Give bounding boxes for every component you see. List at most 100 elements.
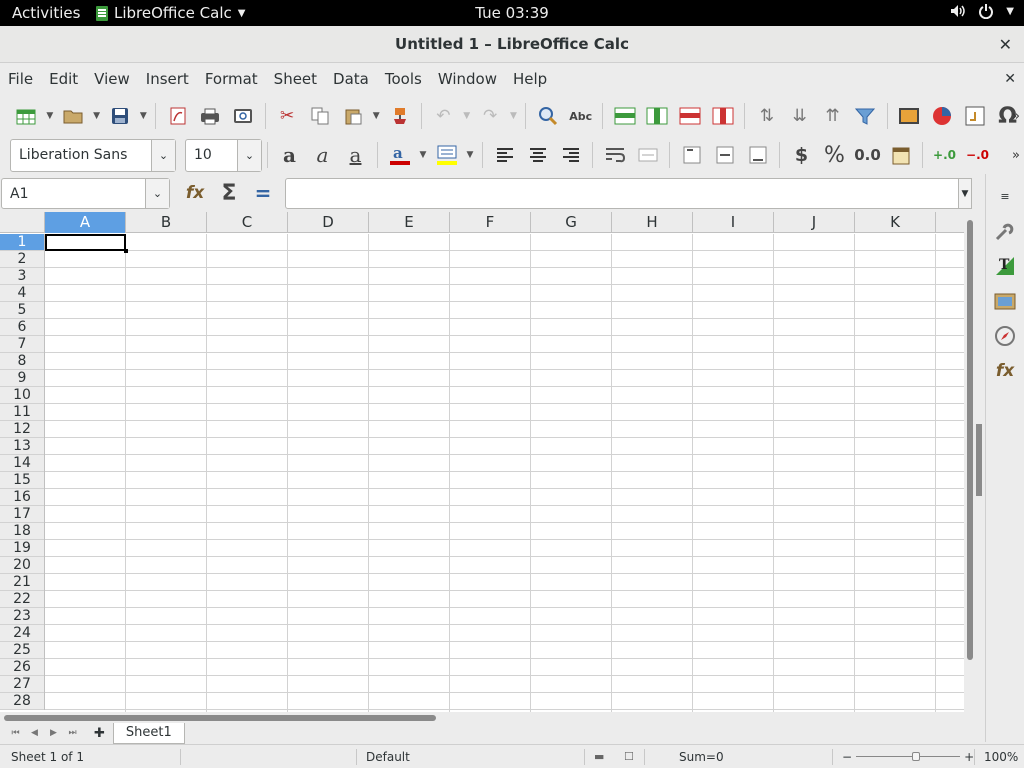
underline-icon[interactable]: a: [339, 140, 372, 170]
menu-window[interactable]: Window: [430, 63, 505, 96]
row-header[interactable]: 16: [0, 489, 44, 506]
add-sheet-icon[interactable]: ✚: [94, 726, 105, 741]
column-header-h[interactable]: H: [612, 212, 693, 233]
horizontal-scroll-thumb[interactable]: [4, 715, 436, 721]
delete-row-icon[interactable]: [674, 101, 707, 131]
horizontal-scrollbar[interactable]: [0, 712, 964, 722]
styles-icon[interactable]: T: [989, 250, 1021, 282]
date-format-icon[interactable]: [884, 140, 917, 170]
sheet-tab[interactable]: Sheet1: [112, 722, 185, 744]
sort-ascending-icon[interactable]: ⇊: [783, 101, 816, 131]
gallery-icon[interactable]: [989, 285, 1021, 317]
chevron-down-icon[interactable]: ▼: [136, 101, 150, 131]
zoom-in-icon[interactable]: +: [964, 750, 974, 764]
expand-formula-icon[interactable]: ▼: [958, 178, 972, 209]
font-name-combo[interactable]: Liberation Sans ⌄: [10, 138, 176, 172]
row-header[interactable]: 10: [0, 387, 44, 404]
activities-button[interactable]: Activities: [12, 4, 80, 22]
paste-icon[interactable]: [336, 101, 369, 131]
chevron-down-icon[interactable]: ⌄: [237, 139, 261, 171]
row-header[interactable]: 12: [0, 421, 44, 438]
volume-icon[interactable]: [950, 3, 966, 19]
toolbar-overflow-icon[interactable]: »: [1012, 148, 1020, 163]
background-color-icon[interactable]: [430, 140, 463, 170]
next-sheet-icon[interactable]: ▶: [44, 728, 63, 738]
row-header[interactable]: 15: [0, 472, 44, 489]
sort-descending-icon[interactable]: ⇈: [816, 101, 849, 131]
column-header-j[interactable]: J: [774, 212, 855, 233]
redo-icon[interactable]: ↷: [474, 101, 507, 131]
open-folder-icon[interactable]: [57, 101, 90, 131]
sidebar-splitter[interactable]: [976, 424, 982, 496]
page-style[interactable]: Default: [366, 750, 410, 764]
row-header[interactable]: 2: [0, 251, 44, 268]
row-header[interactable]: 21: [0, 574, 44, 591]
insert-row-icon[interactable]: [608, 101, 641, 131]
column-header-e[interactable]: E: [369, 212, 450, 233]
column-header-c[interactable]: C: [207, 212, 288, 233]
formula-icon[interactable]: =: [249, 178, 277, 208]
chevron-down-icon[interactable]: ▼: [43, 101, 57, 131]
chevron-down-icon[interactable]: ▼: [1006, 6, 1014, 17]
align-center-icon[interactable]: [521, 140, 554, 170]
window-title-bar[interactable]: Untitled 1 – LibreOffice Calc ✕: [0, 26, 1024, 63]
row-header[interactable]: 7: [0, 336, 44, 353]
chevron-down-icon[interactable]: ▼: [369, 101, 383, 131]
row-header[interactable]: 8: [0, 353, 44, 370]
functions-icon[interactable]: fx: [989, 355, 1021, 387]
menu-sheet[interactable]: Sheet: [266, 63, 325, 96]
row-header[interactable]: 5: [0, 302, 44, 319]
function-wizard-icon[interactable]: fx: [181, 178, 209, 208]
column-header-d[interactable]: D: [288, 212, 369, 233]
navigator-icon[interactable]: [989, 320, 1021, 352]
chevron-down-icon[interactable]: ▼: [90, 101, 104, 131]
export-pdf-icon[interactable]: [161, 101, 194, 131]
font-color-icon[interactable]: a: [383, 140, 416, 170]
sheet-info[interactable]: Sheet 1 of 1: [11, 750, 84, 764]
zoom-percent[interactable]: 100%: [984, 750, 1018, 764]
properties-icon[interactable]: [989, 215, 1021, 247]
cut-icon[interactable]: ✂: [271, 101, 304, 131]
add-decimal-icon[interactable]: +.0: [928, 140, 961, 170]
currency-format-icon[interactable]: $: [785, 140, 818, 170]
spelling-icon[interactable]: Abc: [564, 101, 597, 131]
column-header-g[interactable]: G: [531, 212, 612, 233]
row-header[interactable]: 11: [0, 404, 44, 421]
toolbar-overflow-icon[interactable]: »: [1012, 109, 1020, 124]
document-modified-icon[interactable]: ☐: [624, 750, 634, 763]
menu-file[interactable]: File: [0, 63, 41, 96]
spreadsheet-grid[interactable]: A B C D E F G H I J K 1 2 3 4 5 6 7 8 9 …: [0, 212, 964, 712]
print-preview-icon[interactable]: [227, 101, 260, 131]
system-tray[interactable]: ▼: [950, 3, 1014, 19]
align-top-icon[interactable]: [675, 140, 708, 170]
zoom-out-icon[interactable]: −: [842, 750, 852, 764]
row-header[interactable]: 28: [0, 693, 44, 710]
last-sheet-icon[interactable]: ⏭: [63, 728, 82, 738]
menu-data[interactable]: Data: [325, 63, 377, 96]
row-header[interactable]: 26: [0, 659, 44, 676]
menu-tools[interactable]: Tools: [377, 63, 430, 96]
new-document-icon[interactable]: [10, 101, 43, 131]
close-document-icon[interactable]: ✕: [1004, 71, 1016, 87]
percent-format-icon[interactable]: %: [818, 140, 851, 170]
row-header[interactable]: 18: [0, 523, 44, 540]
select-all-corner[interactable]: [0, 212, 45, 233]
menu-insert[interactable]: Insert: [138, 63, 197, 96]
cell-area[interactable]: [45, 234, 964, 712]
chevron-down-icon[interactable]: ▼: [460, 101, 474, 131]
chevron-down-icon[interactable]: ⌄: [151, 139, 175, 171]
row-header[interactable]: 27: [0, 676, 44, 693]
row-header[interactable]: 17: [0, 506, 44, 523]
align-bottom-icon[interactable]: [741, 140, 774, 170]
delete-decimal-icon[interactable]: −.0: [961, 140, 994, 170]
menu-view[interactable]: View: [86, 63, 138, 96]
print-icon[interactable]: [194, 101, 227, 131]
row-header[interactable]: 13: [0, 438, 44, 455]
chevron-down-icon[interactable]: ⌄: [145, 179, 169, 208]
delete-column-icon[interactable]: [707, 101, 740, 131]
column-header-a[interactable]: A: [45, 212, 126, 233]
row-header[interactable]: 3: [0, 268, 44, 285]
selection-mode-icon[interactable]: ▬: [594, 750, 604, 763]
name-box[interactable]: A1 ⌄: [1, 178, 170, 209]
sum-icon[interactable]: Σ: [215, 178, 243, 208]
